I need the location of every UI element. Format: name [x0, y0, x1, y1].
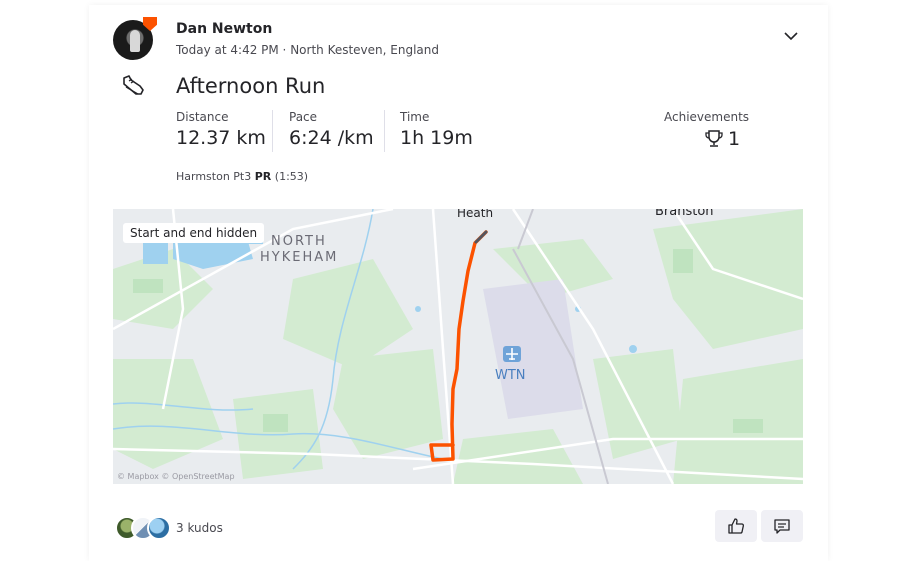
place-hykeham: HYKEHAM [260, 250, 338, 265]
activity-meta: Today at 4:42 PM · North Kesteven, Engla… [176, 43, 439, 57]
stat-value: 6:24 /km [289, 127, 374, 149]
kudos-avatars[interactable] [115, 516, 175, 542]
stat-label: Pace [289, 110, 318, 124]
place-north: NORTH [271, 234, 327, 249]
comment-button[interactable] [761, 510, 803, 542]
stat-label: Time [400, 110, 430, 124]
achievements-label: Achievements [664, 110, 750, 124]
activity-map[interactable]: Heath Branston NORTH HYKEHAM WTN © Mapbo… [113, 209, 803, 484]
stat-pace: Pace 6:24 /km [289, 110, 374, 149]
stat-value: 1h 19m [400, 127, 473, 149]
stat-time: Time 1h 19m [400, 110, 473, 149]
place-heath: Heath [457, 209, 493, 220]
running-shoe-icon [123, 75, 144, 95]
pr-badge: PR [254, 170, 272, 183]
give-kudos-button[interactable] [715, 510, 757, 542]
chevron-down-icon[interactable] [782, 29, 800, 43]
stat-distance: Distance 12.37 km [176, 110, 266, 149]
comment-icon [774, 519, 790, 534]
trophy-icon [705, 130, 723, 147]
kudos-count[interactable]: 3 kudos [176, 521, 223, 535]
thumbs-up-icon [728, 518, 744, 534]
segment-effort[interactable]: Harmston Pt3 PR (1:53) [176, 170, 308, 183]
stat-divider [272, 110, 273, 152]
start-end-hidden-label: Start and end hidden [123, 223, 265, 243]
athlete-name[interactable]: Dan Newton [176, 21, 272, 37]
stat-divider [384, 110, 385, 152]
segment-name: Harmston Pt3 [176, 170, 252, 183]
stat-label: Distance [176, 110, 229, 124]
achievements-value: 1 [728, 128, 741, 150]
segment-time: (1:53) [274, 170, 309, 183]
achievements-count[interactable]: 1 [704, 128, 740, 150]
place-airport: WTN [495, 368, 526, 383]
map-attribution[interactable]: © Mapbox © OpenStreetMap [117, 472, 235, 481]
map-canvas: Heath Branston NORTH HYKEHAM WTN © Mapbo… [113, 209, 803, 484]
activity-title[interactable]: Afternoon Run [176, 74, 325, 98]
place-branston: Branston [655, 209, 714, 219]
stat-value: 12.37 km [176, 127, 266, 149]
kudos-avatar [147, 516, 171, 540]
